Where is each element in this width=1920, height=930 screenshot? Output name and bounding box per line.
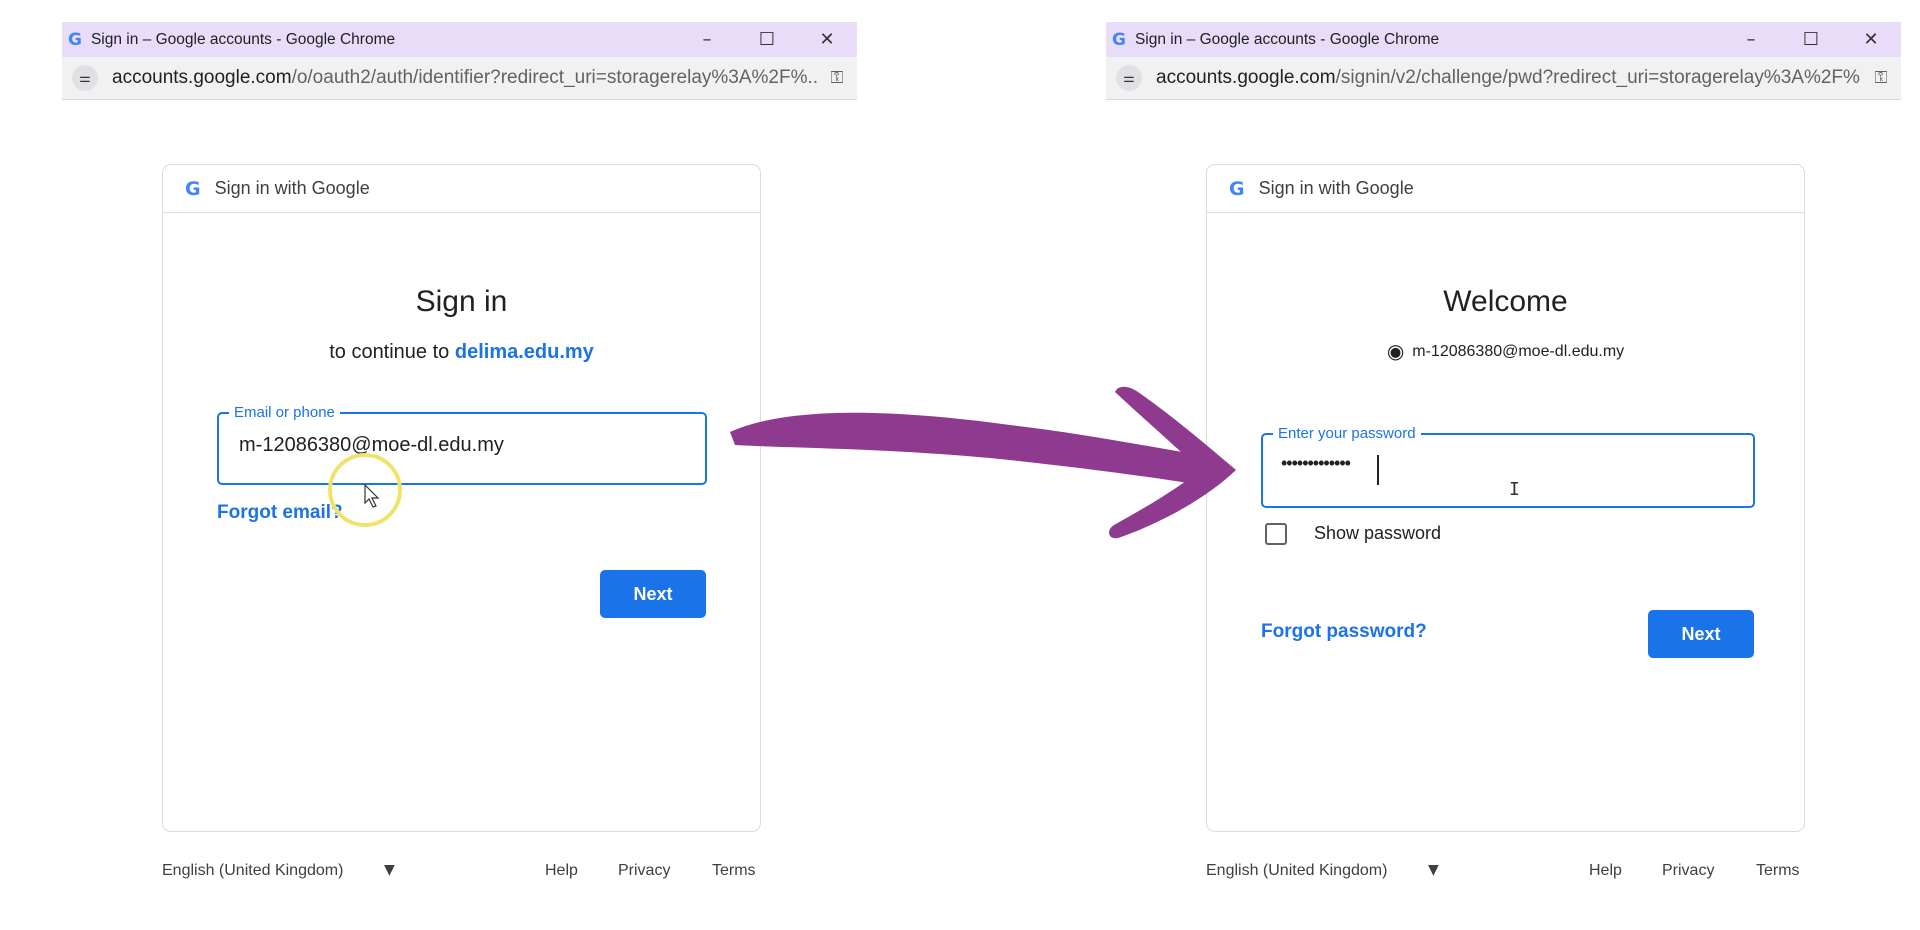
arrow-shaft xyxy=(730,412,1200,485)
arrow-annotation xyxy=(730,386,1236,539)
